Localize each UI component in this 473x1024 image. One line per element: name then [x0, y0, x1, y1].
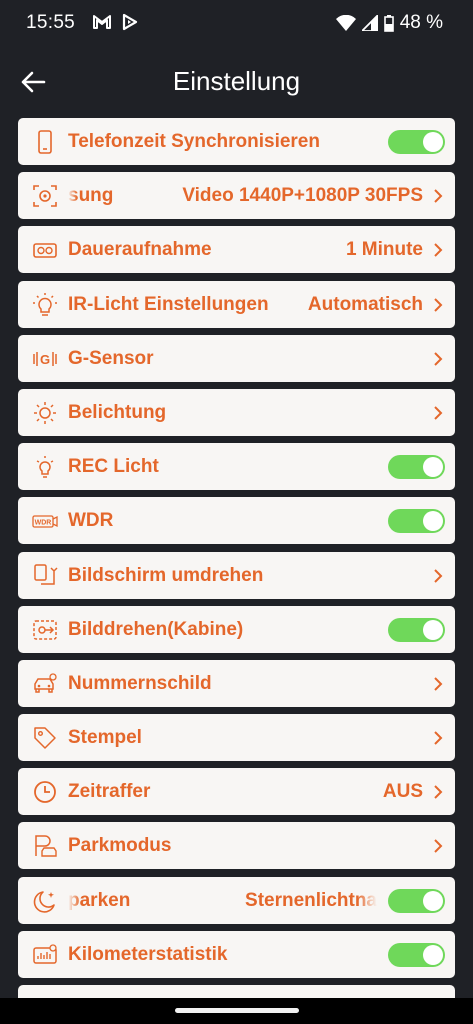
page-title: Einstellung — [172, 66, 301, 96]
battery-icon — [383, 14, 394, 32]
setting-row-night-parking[interactable]: parken Sternenlichtna — [18, 876, 455, 924]
setting-label: G-Sensor — [68, 347, 154, 369]
setting-value: Automatisch — [307, 293, 423, 315]
setting-row-ir-light[interactable]: IR-Licht Einstellungen Automatisch — [18, 280, 455, 328]
setting-label: Parkmodus — [68, 835, 172, 857]
loop-recording-icon — [33, 243, 57, 259]
setting-label: Stempel — [68, 727, 142, 749]
setting-row-rec-light[interactable]: REC Licht — [18, 443, 455, 491]
setting-row-resolution[interactable]: sung Video 1440P+1080P 30FPS — [18, 172, 455, 220]
setting-row-exposure[interactable]: Belichtung — [18, 388, 455, 436]
app-header: Einstellung — [0, 52, 473, 112]
svg-text:WDR: WDR — [35, 520, 52, 527]
chevron-right-icon — [434, 352, 443, 366]
chevron-right-icon — [434, 785, 443, 799]
setting-label: REC Licht — [68, 456, 159, 478]
settings-list: Telefonzeit Synchronisieren sung Video 1… — [18, 118, 455, 1005]
setting-row-time-sync[interactable]: Telefonzeit Synchronisieren — [18, 118, 455, 165]
setting-row-stamp[interactable]: Stempel — [18, 714, 455, 762]
image-rotate-icon — [33, 619, 57, 640]
car-plate-icon — [34, 673, 57, 693]
setting-row-g-sensor[interactable]: G G-Sensor — [18, 334, 455, 382]
chevron-right-icon — [434, 243, 443, 258]
home-gesture-handle[interactable] — [175, 1008, 299, 1013]
setting-row-parking-mode[interactable]: Parkmodus — [18, 822, 455, 870]
g-sensor-icon: G — [33, 351, 57, 367]
chevron-right-icon — [434, 189, 443, 203]
chevron-right-icon — [434, 297, 443, 312]
wdr-toggle[interactable] — [388, 509, 445, 534]
camera-frame-icon — [33, 185, 57, 207]
play-store-icon — [122, 13, 138, 31]
status-time: 15:55 — [26, 12, 76, 33]
setting-label: IR-Licht Einstellungen — [68, 293, 269, 315]
chevron-right-icon — [434, 839, 443, 854]
system-nav-bar — [0, 998, 473, 1024]
gmail-icon — [93, 15, 111, 29]
setting-row-timelapse[interactable]: Zeitraffer AUS — [18, 768, 455, 816]
mileage-toggle[interactable] — [388, 942, 445, 967]
svg-text:G: G — [40, 352, 50, 367]
setting-row-image-rotate[interactable]: Bilddrehen(Kabine) — [18, 605, 455, 653]
time-sync-toggle[interactable] — [388, 130, 445, 154]
setting-label: sung — [68, 185, 114, 207]
setting-label: Telefonzeit Synchronisieren — [68, 131, 320, 152]
night-parking-toggle[interactable] — [388, 888, 445, 913]
setting-label: Kilometerstatistik — [68, 943, 228, 965]
sun-icon — [34, 401, 56, 424]
light-bulb-icon — [33, 292, 57, 316]
rec-light-toggle[interactable] — [388, 455, 445, 480]
signal-icon — [361, 15, 378, 31]
bulb-icon — [36, 456, 54, 478]
chevron-right-icon — [434, 731, 443, 745]
moon-icon — [33, 890, 55, 913]
chevron-right-icon — [434, 568, 443, 583]
setting-label: Belichtung — [68, 401, 167, 423]
setting-row-mileage[interactable]: Kilometerstatistik — [18, 930, 455, 978]
setting-label: parken — [68, 889, 131, 911]
image-rotate-toggle[interactable] — [388, 617, 445, 642]
chevron-right-icon — [434, 677, 443, 691]
parking-icon — [35, 835, 57, 858]
setting-label: Bilddrehen(Kabine) — [68, 618, 244, 640]
setting-row-screen-flip[interactable]: Bildschirm umdrehen — [18, 551, 455, 599]
battery-percent: 48 % — [399, 12, 443, 33]
setting-label: Bildschirm umdrehen — [68, 564, 264, 586]
mileage-icon — [33, 944, 57, 964]
setting-label: Zeitraffer — [68, 781, 151, 803]
setting-row-wdr[interactable]: WDR WDR — [18, 497, 455, 545]
setting-value: AUS — [382, 781, 423, 803]
setting-row-loop-recording[interactable]: Daueraufnahme 1 Minute — [18, 226, 455, 274]
wdr-icon: WDR — [32, 515, 58, 528]
setting-value: Sternenlichtna — [245, 889, 377, 911]
clock-icon — [34, 781, 56, 804]
setting-label: Daueraufnahme — [68, 239, 212, 261]
setting-value: 1 Minute — [345, 239, 423, 261]
screen-flip-icon — [34, 563, 58, 585]
status-bar: 15:55 48 % — [0, 0, 473, 46]
tag-icon — [34, 727, 56, 749]
setting-value: Video 1440P+1080P 30FPS — [182, 185, 423, 207]
wifi-icon — [335, 15, 356, 31]
setting-label: Nummernschild — [68, 672, 212, 694]
phone-icon — [38, 130, 52, 154]
chevron-right-icon — [434, 406, 443, 420]
setting-label: WDR — [68, 510, 114, 532]
setting-row-license-plate[interactable]: Nummernschild — [18, 659, 455, 707]
